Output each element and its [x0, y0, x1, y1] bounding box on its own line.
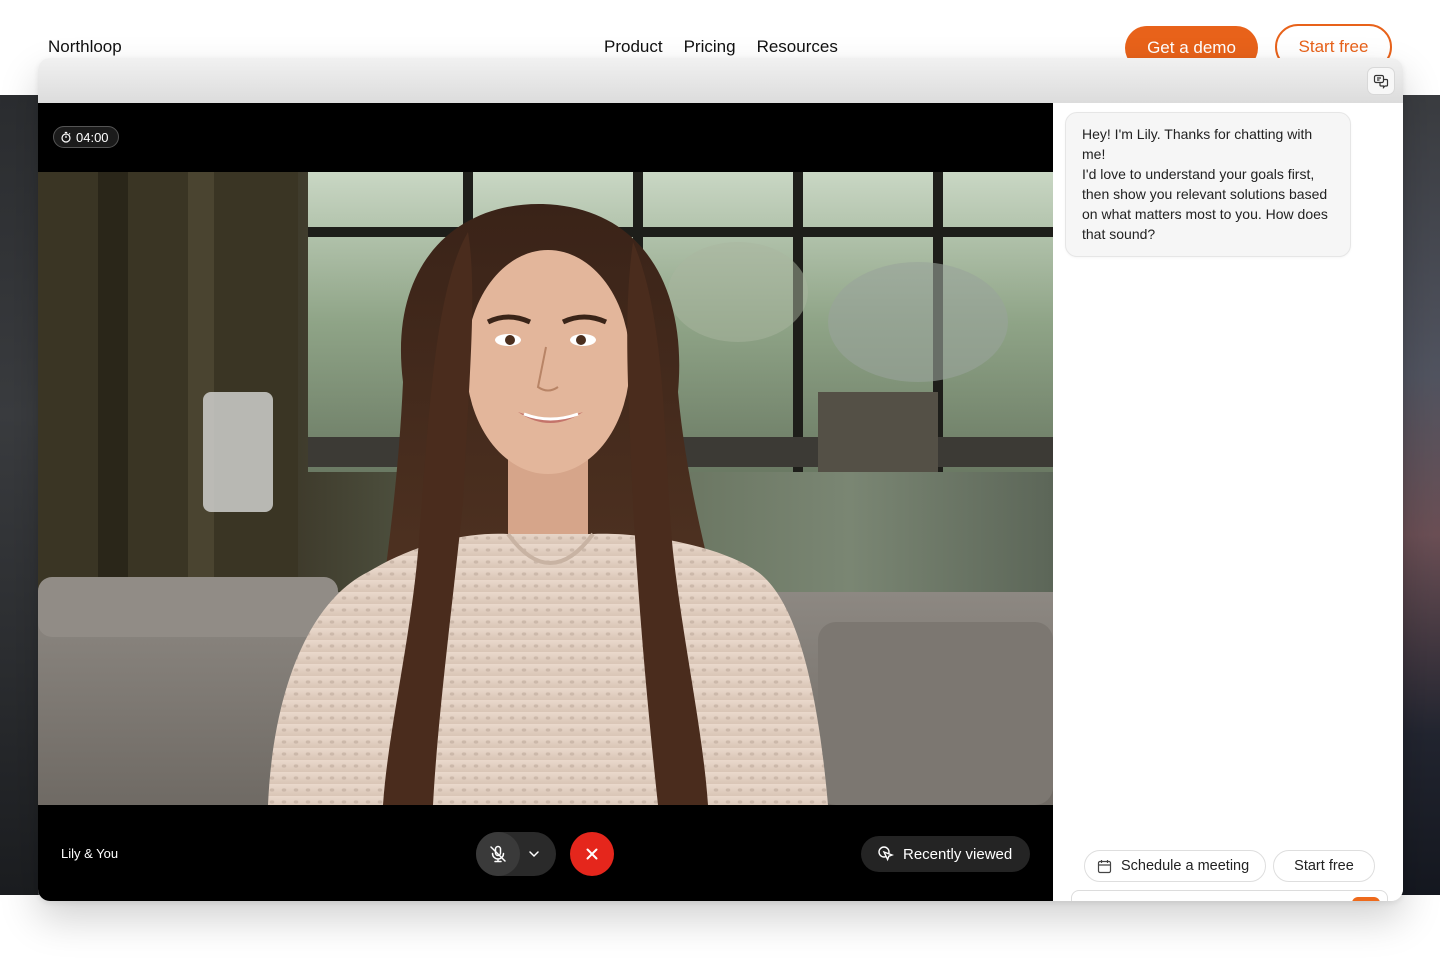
agent-video-image	[38, 172, 1053, 805]
timer-value: 04:00	[76, 129, 109, 145]
end-call-button[interactable]	[570, 832, 614, 876]
mic-control-group	[476, 832, 556, 876]
nav-item-product[interactable]: Product	[604, 37, 663, 57]
start-free-chat-label: Start free	[1294, 858, 1354, 874]
close-icon	[586, 848, 598, 860]
call-timer: 04:00	[53, 126, 119, 148]
nav-item-resources[interactable]: Resources	[757, 37, 838, 57]
brand-logo[interactable]: Northloop	[48, 37, 122, 57]
schedule-meeting-label: Schedule a meeting	[1121, 858, 1250, 874]
agent-video-feed	[38, 172, 1053, 805]
main-nav: Product Pricing Resources	[604, 37, 838, 57]
chevron-down-icon	[529, 851, 539, 858]
mic-options-button[interactable]	[526, 846, 542, 862]
agent-message-line-2: I'd love to understand your goals first,…	[1082, 166, 1328, 242]
cursor-click-icon	[878, 846, 894, 862]
nav-item-pricing[interactable]: Pricing	[684, 37, 736, 57]
schedule-meeting-button[interactable]: Schedule a meeting	[1084, 850, 1266, 882]
chat-input-box	[1071, 890, 1388, 901]
chat-pane: Hey! I'm Lily. Thanks for chatting with …	[1053, 103, 1403, 901]
window-title-bar	[38, 58, 1403, 103]
participants-label: Lily & You	[61, 846, 119, 861]
calendar-icon	[1097, 859, 1112, 873]
background-hero-right-edge	[1402, 95, 1440, 895]
background-hero-left-edge	[0, 95, 38, 895]
video-pane: 04:00 Lily & You Recently viewed	[38, 103, 1053, 901]
mic-off-icon	[490, 845, 506, 863]
agent-message-bubble: Hey! I'm Lily. Thanks for chatting with …	[1065, 112, 1351, 257]
send-button[interactable]	[1352, 897, 1380, 901]
recently-viewed-button[interactable]: Recently viewed	[861, 836, 1030, 872]
video-call-window: 04:00 Lily & You Recently viewed Hey! I'…	[38, 58, 1403, 901]
start-free-chat-button[interactable]: Start free	[1273, 850, 1375, 882]
stopwatch-icon	[61, 131, 71, 143]
agent-message-line-1: Hey! I'm Lily. Thanks for chatting with …	[1082, 126, 1313, 162]
chat-input[interactable]	[1084, 900, 1344, 901]
recently-viewed-label: Recently viewed	[903, 845, 1013, 863]
chat-transcript-icon	[1373, 74, 1389, 89]
mute-button[interactable]	[476, 832, 520, 876]
transcript-toggle-button[interactable]	[1367, 67, 1395, 95]
